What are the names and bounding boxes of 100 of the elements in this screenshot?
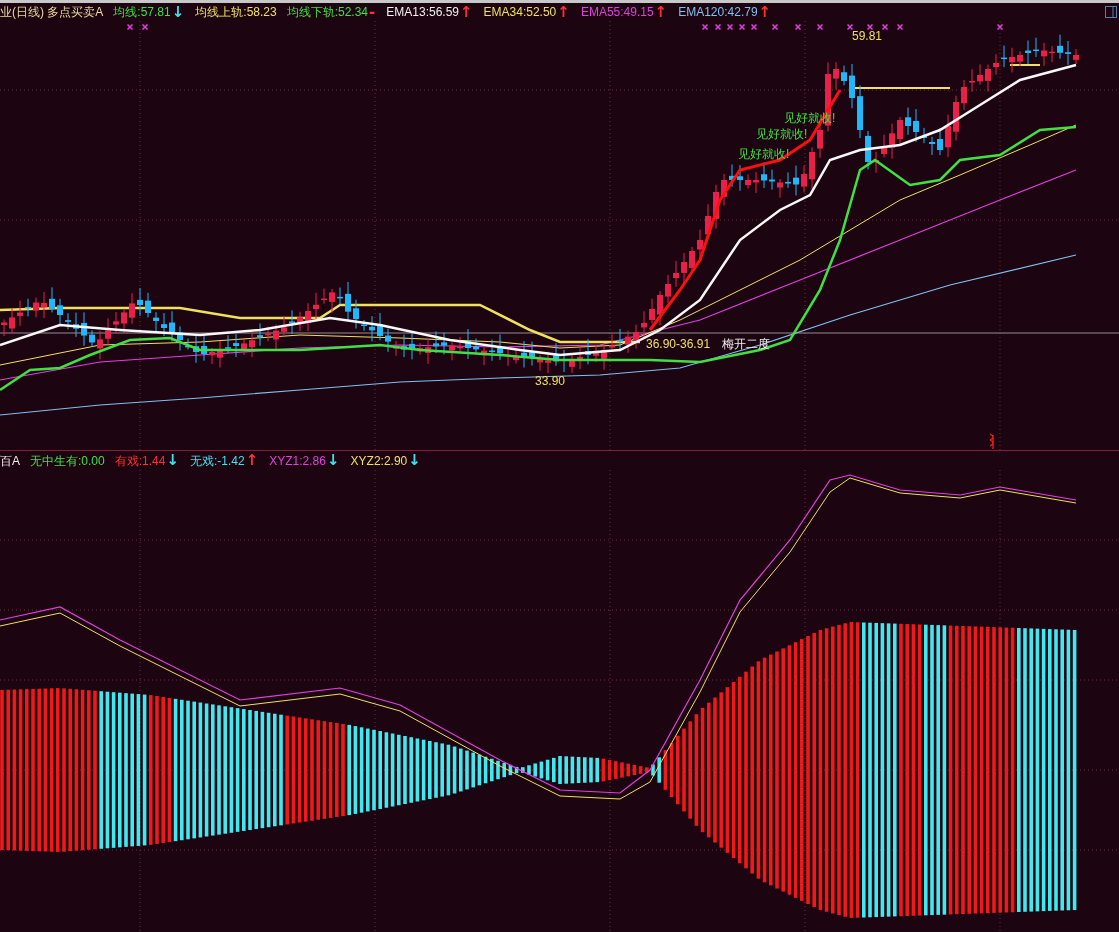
chart-annotation: 见好就收! bbox=[756, 127, 808, 141]
candlestick bbox=[705, 203, 711, 241]
candlestick bbox=[321, 288, 327, 305]
candlestick bbox=[513, 348, 519, 365]
candlestick bbox=[633, 324, 639, 349]
candlestick bbox=[985, 64, 991, 92]
candlestick bbox=[873, 151, 879, 174]
candlestick bbox=[961, 79, 967, 111]
legend-label: 均线上轨:58.23 bbox=[195, 4, 277, 21]
candlestick bbox=[761, 161, 767, 189]
legend-label: XYZ1:2.86 bbox=[269, 452, 326, 470]
candlestick bbox=[849, 63, 855, 109]
candlestick bbox=[833, 61, 839, 91]
candlestick bbox=[505, 347, 511, 367]
candlestick bbox=[801, 164, 807, 193]
trend-arrow: ↓ bbox=[326, 453, 340, 468]
candlestick bbox=[33, 297, 39, 318]
candlestick bbox=[145, 292, 151, 318]
candlestick bbox=[1057, 34, 1063, 60]
candlestick bbox=[777, 178, 783, 199]
legend-label: 百A bbox=[0, 452, 20, 470]
candlestick bbox=[105, 317, 111, 346]
legend-label: 有戏:1.44 bbox=[114, 452, 166, 470]
candlestick bbox=[121, 308, 127, 334]
candlestick bbox=[769, 169, 775, 191]
trend-arrow: ↑ bbox=[654, 4, 668, 20]
candlestick bbox=[881, 134, 887, 158]
candlestick bbox=[97, 330, 103, 360]
candlestick bbox=[857, 84, 863, 139]
candlestick bbox=[1001, 45, 1007, 68]
candlestick bbox=[753, 171, 759, 194]
candlestick bbox=[521, 340, 527, 369]
candlestick bbox=[233, 333, 239, 358]
candlestick bbox=[137, 287, 143, 317]
candlestick bbox=[729, 164, 735, 188]
candlestick bbox=[641, 310, 647, 339]
trend-arrow: ↓ bbox=[166, 453, 179, 468]
candlestick bbox=[913, 108, 919, 143]
candlestick bbox=[681, 252, 687, 284]
candlestick bbox=[937, 127, 943, 156]
candlestick bbox=[369, 315, 375, 342]
candlestick bbox=[313, 292, 319, 320]
candlestick bbox=[793, 165, 799, 196]
candlestick bbox=[169, 310, 175, 342]
candlestick bbox=[993, 53, 999, 76]
candlestick bbox=[721, 173, 727, 207]
candlestick bbox=[1, 319, 7, 337]
candlestick bbox=[113, 311, 119, 335]
panel-toggle-icon[interactable] bbox=[1105, 6, 1117, 18]
candlestick bbox=[1041, 42, 1047, 67]
candlestick bbox=[745, 174, 751, 189]
trend-arrow: ↓ bbox=[408, 453, 421, 468]
candlestick bbox=[865, 130, 871, 170]
legend-label: 无戏:-1.42 bbox=[190, 452, 245, 470]
candlestick bbox=[897, 116, 903, 147]
candlestick bbox=[585, 338, 591, 365]
chart-annotation: 33.90 bbox=[535, 374, 566, 388]
candlestick bbox=[1033, 37, 1039, 58]
chart-annotation: 36.90-36.91 bbox=[646, 337, 711, 351]
candlestick bbox=[465, 328, 471, 360]
candlestick bbox=[473, 337, 479, 355]
candlestick bbox=[209, 347, 215, 365]
candlestick bbox=[281, 315, 287, 336]
candlestick bbox=[1017, 50, 1023, 67]
band-line bbox=[1009, 64, 1041, 66]
trend-arrow: ↑ bbox=[245, 453, 259, 468]
candlestick bbox=[425, 338, 431, 365]
candlestick bbox=[265, 325, 271, 342]
legend-label: EMA55:49.15 bbox=[580, 4, 654, 21]
candlestick bbox=[577, 346, 583, 370]
candlestick bbox=[305, 302, 311, 332]
candlestick bbox=[569, 354, 575, 374]
candlestick bbox=[601, 343, 607, 371]
candlestick bbox=[417, 342, 423, 356]
trend-arrow: - bbox=[369, 4, 376, 20]
trend-arrow: ↑ bbox=[758, 4, 772, 20]
candlestick bbox=[649, 298, 655, 324]
candlestick bbox=[41, 291, 47, 319]
candlestick bbox=[297, 311, 303, 332]
legend-label: EMA34:52.50 bbox=[483, 4, 557, 21]
candlestick bbox=[1065, 40, 1071, 66]
candlestick bbox=[289, 309, 295, 335]
candlestick bbox=[225, 334, 231, 354]
candlestick bbox=[529, 341, 535, 367]
candlestick bbox=[345, 281, 351, 322]
candlestick bbox=[481, 345, 487, 366]
candlestick bbox=[361, 319, 367, 332]
candlestick bbox=[129, 292, 135, 325]
candlestick bbox=[489, 339, 495, 362]
candlestick bbox=[329, 288, 335, 314]
trend-arrow: ↑ bbox=[557, 4, 570, 20]
legend-label: XYZ2:2.90 bbox=[350, 452, 408, 470]
candlestick bbox=[673, 260, 679, 288]
candlestick bbox=[713, 184, 719, 230]
candlestick bbox=[385, 328, 391, 353]
candlestick bbox=[889, 123, 895, 160]
candlestick bbox=[353, 299, 359, 330]
legend-label: EMA120:42.79 bbox=[678, 4, 758, 21]
candlestick bbox=[65, 312, 71, 330]
candlestick bbox=[449, 341, 455, 361]
